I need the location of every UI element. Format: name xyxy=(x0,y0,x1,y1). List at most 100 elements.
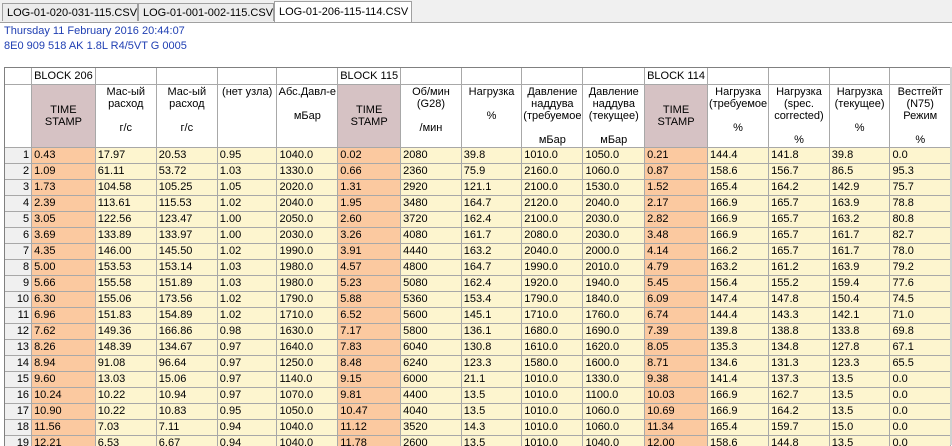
table-cell[interactable]: 1010.0 xyxy=(522,372,583,388)
table-cell[interactable]: 163.2 xyxy=(461,244,521,260)
table-cell[interactable]: 3.69 xyxy=(32,228,96,244)
table-cell[interactable]: 1.03 xyxy=(217,164,277,180)
table-cell[interactable]: 123.47 xyxy=(156,212,217,228)
table-cell[interactable]: 10.69 xyxy=(645,404,708,420)
table-cell[interactable]: 133.97 xyxy=(156,228,217,244)
table-cell[interactable]: 131.3 xyxy=(769,356,830,372)
table-cell[interactable]: 10.03 xyxy=(645,388,708,404)
table-cell[interactable]: 1.02 xyxy=(217,308,277,324)
table-cell[interactable]: 134.67 xyxy=(156,340,217,356)
table-cell[interactable]: 147.8 xyxy=(769,292,830,308)
table-cell[interactable]: 2920 xyxy=(401,180,462,196)
table-cell[interactable]: 2.82 xyxy=(645,212,708,228)
table-cell[interactable]: 166.86 xyxy=(156,324,217,340)
row-number[interactable]: 6 xyxy=(5,228,32,244)
table-cell[interactable]: 1010.0 xyxy=(522,436,583,446)
table-cell[interactable]: 0.0 xyxy=(890,420,951,436)
column-header[interactable]: Нагрузка% xyxy=(461,85,521,148)
table-cell[interactable]: 121.1 xyxy=(461,180,521,196)
table-cell[interactable]: 78.0 xyxy=(890,244,951,260)
table-cell[interactable]: 4800 xyxy=(401,260,462,276)
table-cell[interactable]: 134.6 xyxy=(707,356,768,372)
table-cell[interactable]: 0.97 xyxy=(217,388,277,404)
row-number[interactable]: 1 xyxy=(5,148,32,164)
table-cell[interactable]: 1.00 xyxy=(217,212,277,228)
table-cell[interactable]: 2040.0 xyxy=(522,244,583,260)
table-cell[interactable]: 15.06 xyxy=(156,372,217,388)
table-cell[interactable]: 61.11 xyxy=(95,164,156,180)
column-header[interactable]: TIME STAMP xyxy=(645,85,708,148)
table-cell[interactable]: 5600 xyxy=(401,308,462,324)
table-cell[interactable]: 1920.0 xyxy=(522,276,583,292)
table-cell[interactable]: 1060.0 xyxy=(583,404,645,420)
table-cell[interactable]: 0.0 xyxy=(890,148,951,164)
column-header[interactable]: Нагрузка (spec. corrected)% xyxy=(769,85,830,148)
table-cell[interactable]: 11.12 xyxy=(338,420,401,436)
table-cell[interactable]: 0.0 xyxy=(890,404,951,420)
table-cell[interactable]: 7.39 xyxy=(645,324,708,340)
table-cell[interactable]: 3.05 xyxy=(32,212,96,228)
table-cell[interactable]: 164.7 xyxy=(461,260,521,276)
table-cell[interactable]: 75.7 xyxy=(890,180,951,196)
table-cell[interactable]: 137.3 xyxy=(769,372,830,388)
table-cell[interactable]: 1690.0 xyxy=(583,324,645,340)
table-cell[interactable]: 1760.0 xyxy=(583,308,645,324)
tab-file-3[interactable]: LOG-01-206-115-114.CSV xyxy=(274,1,412,22)
table-cell[interactable]: 139.8 xyxy=(707,324,768,340)
table-cell[interactable]: 1.03 xyxy=(217,276,277,292)
table-cell[interactable]: 166.9 xyxy=(707,388,768,404)
table-cell[interactable]: 1.03 xyxy=(217,260,277,276)
table-cell[interactable]: 10.83 xyxy=(156,404,217,420)
table-cell[interactable]: 148.39 xyxy=(95,340,156,356)
table-cell[interactable]: 161.2 xyxy=(769,260,830,276)
table-cell[interactable]: 1990.0 xyxy=(277,244,338,260)
table-cell[interactable]: 144.4 xyxy=(707,148,768,164)
column-header[interactable]: Вестгейт (N75) Режим% xyxy=(890,85,951,148)
table-cell[interactable]: 130.8 xyxy=(461,340,521,356)
table-cell[interactable]: 1.09 xyxy=(32,164,96,180)
table-cell[interactable]: 2.17 xyxy=(645,196,708,212)
table-cell[interactable]: 80.8 xyxy=(890,212,951,228)
table-cell[interactable]: 161.7 xyxy=(829,244,890,260)
table-cell[interactable]: 1040.0 xyxy=(277,420,338,436)
row-number[interactable]: 13 xyxy=(5,340,32,356)
table-cell[interactable]: 13.5 xyxy=(461,436,521,446)
row-number[interactable]: 18 xyxy=(5,420,32,436)
table-cell[interactable]: 0.97 xyxy=(217,340,277,356)
table-cell[interactable]: 13.5 xyxy=(461,388,521,404)
table-cell[interactable]: 67.1 xyxy=(890,340,951,356)
row-number[interactable]: 9 xyxy=(5,276,32,292)
table-cell[interactable]: 163.9 xyxy=(829,260,890,276)
table-cell[interactable]: 95.3 xyxy=(890,164,951,180)
table-cell[interactable]: 1010.0 xyxy=(522,420,583,436)
column-header[interactable]: TIME STAMP xyxy=(32,85,96,148)
table-cell[interactable]: 20.53 xyxy=(156,148,217,164)
table-cell[interactable]: 164.2 xyxy=(769,180,830,196)
table-cell[interactable]: 4440 xyxy=(401,244,462,260)
table-cell[interactable]: 7.03 xyxy=(95,420,156,436)
table-cell[interactable]: 1050.0 xyxy=(583,148,645,164)
table-cell[interactable]: 96.64 xyxy=(156,356,217,372)
table-cell[interactable]: 165.7 xyxy=(769,212,830,228)
table-cell[interactable]: 149.36 xyxy=(95,324,156,340)
table-cell[interactable]: 1580.0 xyxy=(522,356,583,372)
table-cell[interactable]: 1040.0 xyxy=(277,148,338,164)
table-cell[interactable]: 86.5 xyxy=(829,164,890,180)
table-cell[interactable]: 1.02 xyxy=(217,244,277,260)
table-cell[interactable]: 1640.0 xyxy=(277,340,338,356)
table-cell[interactable]: 78.8 xyxy=(890,196,951,212)
table-cell[interactable]: 1010.0 xyxy=(522,148,583,164)
table-cell[interactable]: 127.8 xyxy=(829,340,890,356)
table-cell[interactable]: 165.7 xyxy=(769,228,830,244)
table-cell[interactable]: 10.47 xyxy=(338,404,401,420)
table-cell[interactable]: 161.7 xyxy=(829,228,890,244)
row-number[interactable]: 4 xyxy=(5,196,32,212)
table-cell[interactable]: 3480 xyxy=(401,196,462,212)
table-cell[interactable]: 74.5 xyxy=(890,292,951,308)
table-cell[interactable]: 104.58 xyxy=(95,180,156,196)
table-cell[interactable]: 156.4 xyxy=(707,276,768,292)
table-cell[interactable]: 0.87 xyxy=(645,164,708,180)
table-cell[interactable]: 1710.0 xyxy=(522,308,583,324)
table-cell[interactable]: 2030.0 xyxy=(583,212,645,228)
table-cell[interactable]: 147.4 xyxy=(707,292,768,308)
